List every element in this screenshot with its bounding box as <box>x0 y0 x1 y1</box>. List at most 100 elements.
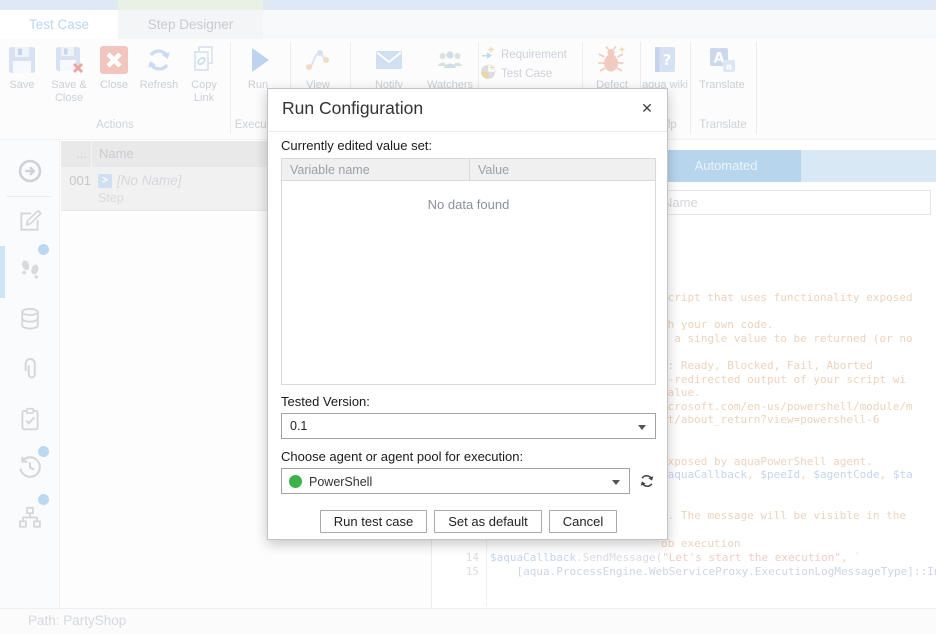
close-icon <box>98 44 130 76</box>
column-more: ... <box>61 141 92 167</box>
notify-envelope-icon <box>373 44 405 76</box>
code-line: icrosoft.com/en-us/powershell/module/m <box>661 400 913 413</box>
no-data-message: No data found <box>282 197 655 212</box>
notify-button[interactable]: Notify <box>364 44 414 92</box>
steps-footprints-icon <box>17 269 43 286</box>
sidebar-item-checklist[interactable] <box>17 406 43 432</box>
add-test-case-button[interactable]: Test Case <box>480 64 586 83</box>
copy-link-icon <box>188 44 220 76</box>
defect-bug-icon <box>596 44 628 76</box>
agent-refresh-icon[interactable] <box>638 472 656 490</box>
edit-pencil-icon <box>17 221 43 238</box>
dialog-close-icon[interactable]: ✕ <box>637 98 657 118</box>
save-button[interactable]: Save <box>0 44 44 92</box>
requirement-icon <box>480 45 496 64</box>
tab-test-case[interactable]: Test Case <box>0 10 118 39</box>
value-set-label: Currently edited value set: <box>281 138 656 153</box>
sidebar-item-goto[interactable] <box>17 158 43 184</box>
run-button[interactable]: Run <box>234 44 282 92</box>
sidebar-selection-indicator <box>0 246 5 298</box>
code-line: n-redirected output of your script wi <box>661 373 906 386</box>
run-test-case-button[interactable]: Run test case <box>320 510 428 533</box>
value-set-table-body: No data found <box>282 181 655 384</box>
chevron-down-icon <box>612 480 620 485</box>
group-label-actions: Actions <box>0 119 230 131</box>
watchers-people-icon <box>434 44 466 76</box>
window-top-strip <box>0 0 936 10</box>
test-case-pie-icon <box>480 64 496 83</box>
dialog-title: Run Configuration <box>282 98 423 119</box>
copy-link-button[interactable]: Copy Link <box>182 44 226 105</box>
toolbar-separator <box>756 42 757 134</box>
code-line: a. The message will be visible in the <box>661 509 906 522</box>
run-configuration-dialog: Run Configuration ✕ Currently edited val… <box>267 88 668 540</box>
agent-row: PowerShell <box>281 468 656 494</box>
sidebar-item-attachments[interactable] <box>17 356 43 382</box>
tested-version-select[interactable]: 0.1 <box>281 413 656 439</box>
sidebar-item-edit[interactable] <box>17 208 43 234</box>
cancel-button[interactable]: Cancel <box>549 510 617 533</box>
arrow-circle-icon <box>17 171 43 188</box>
close-button[interactable]: Close <box>92 44 136 92</box>
svg-text:?: ? <box>663 51 672 69</box>
step-number: 001 <box>61 173 91 188</box>
sidebar-item-steps[interactable] <box>17 256 43 282</box>
set-as-default-button[interactable]: Set as default <box>434 510 542 533</box>
clipboard-check-icon <box>17 419 43 436</box>
code-line: script that uses functionality exposed <box>661 291 913 304</box>
app-window: Test Case Step Designer Save Save & Clos… <box>0 0 936 634</box>
tested-version-value: 0.1 <box>290 419 307 433</box>
line-number: 15 <box>451 565 479 578</box>
history-clock-icon <box>17 467 43 484</box>
aqua-wiki-button[interactable]: ? aqua wiki <box>642 44 688 92</box>
wiki-book-question-icon: ? <box>649 44 681 76</box>
code-line: ob execution <box>661 537 740 550</box>
tab-automated[interactable]: Automated <box>651 150 801 182</box>
column-name: Name <box>99 141 134 167</box>
watchers-button[interactable]: Watchers <box>424 44 476 92</box>
sidebar-item-history[interactable] <box>17 454 43 480</box>
translate-button[interactable]: Aa Translate <box>696 44 748 92</box>
main-tab-bar: Test Case Step Designer <box>0 10 936 39</box>
steps-notification-dot <box>38 244 49 255</box>
translate-icon: Aa <box>706 44 738 76</box>
dialog-header: Run Configuration ✕ <box>268 89 667 132</box>
hierarchy-notification-dot <box>38 494 49 505</box>
code-line: exposed by aquaPowerShell agent. <box>661 455 873 468</box>
save-close-icon <box>53 44 85 76</box>
status-bar: Path: PartyShop <box>0 608 936 634</box>
code-line: s a single value to be returned (or no <box>661 332 913 345</box>
left-sidebar <box>0 140 60 608</box>
column-variable-name: Variable name <box>282 159 470 180</box>
code-line: [aqua.ProcessEngine.WebServiceProxy.Exec… <box>490 565 936 578</box>
view-icon <box>302 44 334 76</box>
agent-select[interactable]: PowerShell <box>281 468 630 494</box>
defect-button[interactable]: Defect <box>588 44 636 92</box>
save-and-close-button[interactable]: Save & Close <box>46 44 92 105</box>
step-name: [No Name] <box>117 173 182 188</box>
tab-step-designer[interactable]: Step Designer <box>118 10 263 39</box>
step-name-input[interactable] <box>656 190 931 215</box>
agent-online-dot <box>289 475 302 488</box>
sidebar-item-data[interactable] <box>17 306 43 332</box>
dialog-footer: Run test case Set as default Cancel <box>268 510 669 533</box>
code-line: ut/about_return?view=powershell-6 <box>661 413 880 426</box>
step-type: Step <box>98 191 124 205</box>
chevron-down-icon <box>638 425 646 430</box>
status-path: Path: PartyShop <box>28 613 126 628</box>
svg-text:a: a <box>726 63 732 73</box>
svg-text:A: A <box>714 51 725 67</box>
sidebar-divider <box>6 196 52 197</box>
step-designer-tab-color-strip <box>118 0 263 10</box>
dialog-body: Currently edited value set: Variable nam… <box>281 132 656 494</box>
code-line: $aquaCallback, $peeId, $agentCode, $ta <box>661 468 913 481</box>
add-item-stack: Requirement Test Case <box>480 45 586 83</box>
add-requirement-button[interactable]: Requirement <box>480 45 586 64</box>
view-button[interactable]: View <box>294 44 342 92</box>
history-notification-dot <box>38 446 49 457</box>
sidebar-item-hierarchy[interactable] <box>17 504 43 530</box>
step-mode-tab-bar: Automated <box>651 150 936 182</box>
refresh-button[interactable]: Refresh <box>136 44 182 92</box>
run-icon <box>242 44 274 76</box>
line-number: 14 <box>451 551 479 564</box>
